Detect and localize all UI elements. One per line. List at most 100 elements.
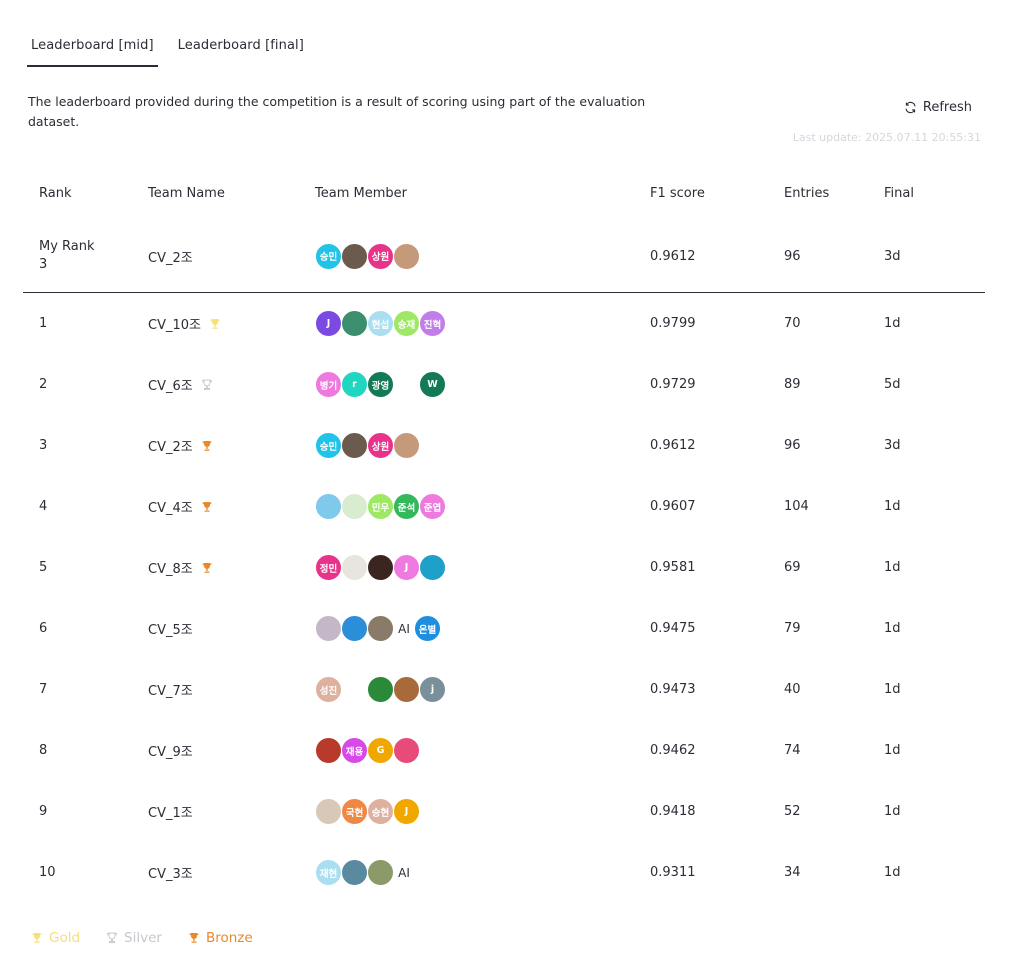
trophy-icon bbox=[189, 933, 199, 943]
refresh-button[interactable]: Refresh bbox=[904, 100, 972, 115]
trophy-bronze-icon bbox=[202, 501, 212, 512]
my-rank-value: 3 bbox=[39, 257, 48, 272]
entries-cell: 89 bbox=[784, 377, 801, 392]
avatar-group: 국현 승현 J bbox=[315, 798, 420, 825]
rank-cell: 6 bbox=[39, 621, 48, 636]
table-row: 1 CV_10조 J 현섭 승재 진혁 0.9799 70 1d bbox=[0, 293, 1017, 354]
entries-cell: 70 bbox=[784, 316, 801, 331]
table-row: 9 CV_1조 국현 승현 J 0.9418 52 1d bbox=[0, 781, 1017, 842]
table-row: 7 CV_7조 성진 j 0.9473 40 1d bbox=[0, 659, 1017, 720]
team-name-cell: CV_5조 bbox=[148, 598, 193, 659]
entries-cell: 79 bbox=[784, 621, 801, 636]
team-member-cell: 민우 준석 준엽 bbox=[315, 476, 446, 537]
avatar bbox=[315, 737, 342, 764]
column-header-rank: Rank bbox=[39, 186, 72, 201]
avatar-group: 재용 G bbox=[315, 737, 420, 764]
avatar-group: 병기 r 광영 W bbox=[315, 371, 446, 398]
team-name-cell: CV_1조 bbox=[148, 781, 193, 842]
table-row: 3 CV_2조 승민 상원 0.9612 96 3d bbox=[0, 415, 1017, 476]
avatar: 재용 bbox=[341, 737, 368, 764]
table-row: 10 CV_3조 재현 AI 0.9311 34 1d bbox=[0, 842, 1017, 903]
avatar-group: 성진 j bbox=[315, 676, 446, 703]
rank-cell: 9 bbox=[39, 804, 48, 819]
avatar: 승민 bbox=[315, 242, 342, 270]
f1-score-cell: 0.9473 bbox=[650, 682, 696, 697]
last-update-text: Last update: 2025.07.11 20:55:31 bbox=[792, 131, 981, 144]
rank-cell: 8 bbox=[39, 743, 48, 758]
avatar-group: 승민 상원 bbox=[315, 242, 420, 270]
entries-cell: 40 bbox=[784, 682, 801, 697]
team-name: CV_1조 bbox=[148, 806, 193, 821]
final-cell: 1d bbox=[884, 316, 901, 331]
team-name-cell: CV_2조 bbox=[148, 415, 213, 476]
tab-leaderboard-final[interactable]: Leaderboard [final] bbox=[174, 30, 308, 67]
team-name: CV_5조 bbox=[148, 623, 193, 638]
f1-score-cell: 0.9311 bbox=[650, 865, 696, 880]
my-rank-cell: My Rank 3 bbox=[39, 231, 95, 281]
avatar bbox=[393, 432, 420, 459]
table-row: 4 CV_4조 민우 준석 준엽 0.9607 104 1d bbox=[0, 476, 1017, 537]
avatar bbox=[367, 554, 394, 581]
trophy-legend: Gold Silver Bronze bbox=[31, 930, 253, 946]
team-name: CV_6조 bbox=[148, 379, 193, 394]
entries-cell: 96 bbox=[784, 438, 801, 453]
team-name: CV_8조 bbox=[148, 562, 193, 577]
team-name-cell: CV_4조 bbox=[148, 476, 213, 537]
team-name-cell: CV_8조 bbox=[148, 537, 213, 598]
f1-score-cell: 0.9581 bbox=[650, 560, 696, 575]
avatar: J bbox=[315, 310, 342, 337]
legend-bronze: Bronze bbox=[188, 930, 253, 946]
avatar-group: 승민 상원 bbox=[315, 432, 420, 459]
final-cell: 1d bbox=[884, 865, 901, 880]
avatar bbox=[315, 798, 342, 825]
column-header-f1-score: F1 score bbox=[650, 186, 705, 201]
team-member-cell: 국현 승현 J bbox=[315, 781, 420, 842]
entries-cell: 52 bbox=[784, 804, 801, 819]
f1-score-cell: 0.9729 bbox=[650, 377, 696, 392]
legend-bronze-label: Bronze bbox=[205, 930, 253, 946]
avatar-group: 재현 AI bbox=[315, 859, 414, 886]
entries-cell: 34 bbox=[784, 865, 801, 880]
table-row: 8 CV_9조 재용 G 0.9462 74 1d bbox=[0, 720, 1017, 781]
entries-cell: 69 bbox=[784, 560, 801, 575]
avatar: 상원 bbox=[367, 432, 394, 459]
table-row: 6 CV_5조 AI 온별 0.9475 79 1d bbox=[0, 598, 1017, 659]
final-cell: 1d bbox=[884, 560, 901, 575]
team-name-cell: CV_3조 bbox=[148, 842, 193, 903]
rank-cell: 3 bbox=[39, 438, 48, 453]
leaderboard-tabs: Leaderboard [mid] Leaderboard [final] bbox=[27, 30, 324, 67]
f1-score-cell: 0.9475 bbox=[650, 621, 696, 636]
team-name: CV_2조 bbox=[148, 440, 193, 455]
avatar: W bbox=[419, 371, 446, 398]
final-cell: 5d bbox=[884, 377, 901, 392]
my-rank-row: My Rank 3 CV_2조 승민 상원 0.9612 96 3d bbox=[0, 231, 1017, 292]
f1-score-cell: 0.9462 bbox=[650, 743, 696, 758]
avatar bbox=[393, 676, 420, 703]
leaderboard-description: The leaderboard provided during the comp… bbox=[28, 94, 646, 129]
avatar: G bbox=[367, 737, 394, 764]
team-name: CV_7조 bbox=[148, 684, 193, 699]
team-member-cell: 성진 j bbox=[315, 659, 446, 720]
avatar-group: 정민 J bbox=[315, 554, 446, 581]
tab-leaderboard-mid[interactable]: Leaderboard [mid] bbox=[27, 30, 158, 67]
avatar bbox=[419, 554, 446, 581]
column-header-team-name: Team Name bbox=[148, 186, 225, 201]
final-cell: 1d bbox=[884, 743, 901, 758]
team-member-cell: AI 온별 bbox=[315, 598, 441, 659]
avatar: 병기 bbox=[315, 371, 342, 398]
column-header-entries: Entries bbox=[784, 186, 830, 201]
avatar: AI bbox=[398, 865, 410, 880]
rank-cell: 4 bbox=[39, 499, 48, 514]
team-member-cell: 병기 r 광영 W bbox=[315, 354, 446, 415]
f1-score-cell: 0.9799 bbox=[650, 316, 696, 331]
team-member-cell: 정민 J bbox=[315, 537, 446, 598]
avatar: 재현 bbox=[315, 859, 342, 886]
trophy-icon bbox=[32, 933, 42, 943]
team-name: CV_9조 bbox=[148, 745, 193, 760]
team-name-cell: CV_6조 bbox=[148, 354, 213, 415]
avatar: J bbox=[393, 554, 420, 581]
my-rank-members: 승민 상원 bbox=[315, 231, 420, 281]
refresh-icon bbox=[905, 101, 916, 114]
team-member-cell: 재용 G bbox=[315, 720, 420, 781]
my-rank-label: My Rank bbox=[39, 239, 95, 254]
